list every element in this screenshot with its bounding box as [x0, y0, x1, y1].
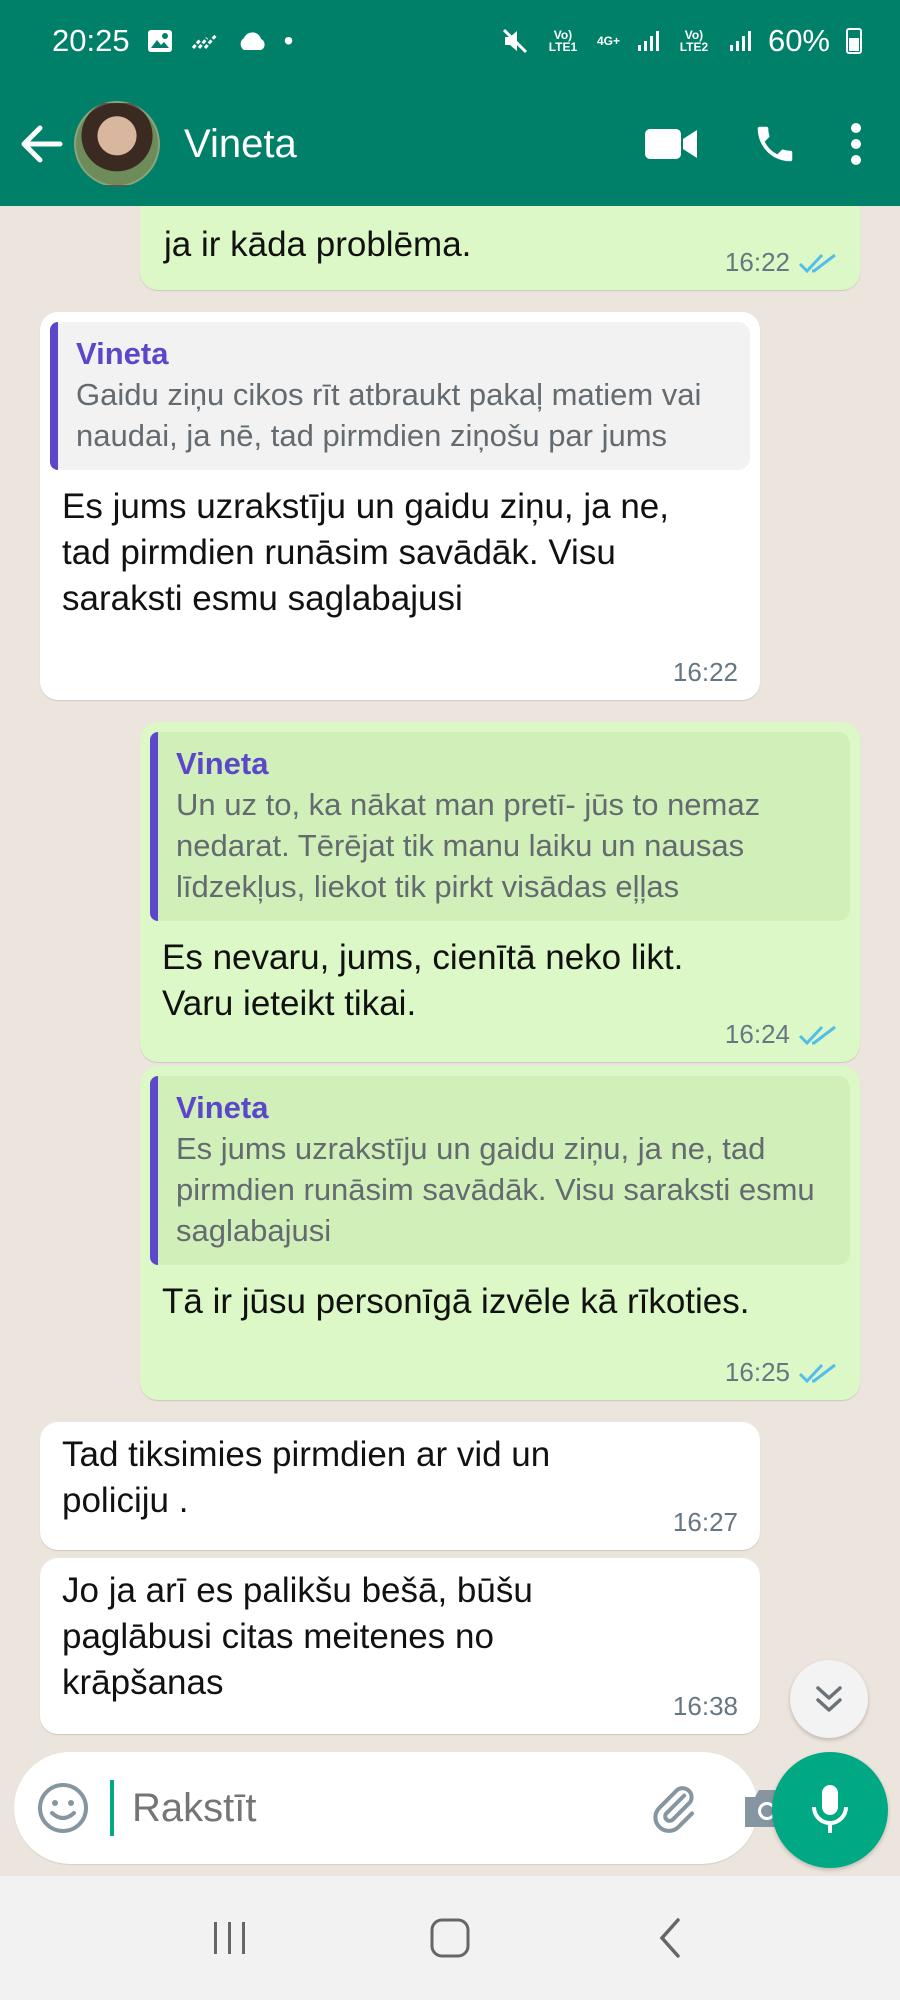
- mute-icon: [502, 28, 527, 54]
- back-button[interactable]: [18, 120, 66, 168]
- quote-author: Vineta: [176, 1090, 269, 1125]
- status-bar: 20:25 • Vo) LTE1 4G+ Vo) LTE2 60%: [0, 0, 900, 82]
- notification-dot-icon: •: [283, 25, 294, 56]
- quoted-message[interactable]: Vineta Un uz to, ka nākat man pretī- jūs…: [150, 732, 850, 921]
- chat-messages[interactable]: ja ir kāda problēma. 16:22 Vineta Gaidu …: [0, 206, 900, 1751]
- gallery-icon: [147, 30, 172, 52]
- message-bubble-incoming[interactable]: Vineta Gaidu ziņu cikos rīt atbraukt pak…: [40, 312, 760, 700]
- attach-button[interactable]: [647, 1775, 701, 1841]
- voice-message-button[interactable]: [772, 1752, 888, 1868]
- message-bubble-outgoing[interactable]: ja ir kāda problēma. 16:22: [140, 206, 860, 290]
- attach-icon: [653, 1786, 695, 1833]
- chevron-left-icon: [659, 1918, 680, 1958]
- quote-author: Vineta: [176, 746, 269, 781]
- wifi-calling-icon: [191, 34, 217, 49]
- signal-icon: [637, 31, 659, 51]
- message-time: 16:22: [672, 657, 738, 687]
- double-chevron-down-icon: [816, 1686, 842, 1712]
- message-meta: 16:24: [725, 1019, 838, 1050]
- quote-text: Gaidu ziņu cikos rīt atbraukt pakaļ mati…: [76, 377, 702, 453]
- video-call-icon: [645, 129, 697, 159]
- voice-call-button[interactable]: [740, 109, 810, 179]
- contact-name[interactable]: Vineta: [184, 122, 602, 167]
- read-ticks-icon: [798, 1363, 836, 1383]
- message-meta: 16:25: [725, 1357, 838, 1388]
- quote-text: Es jums uzrakstīju un gaidu ziņu, ja ne,…: [176, 1131, 815, 1248]
- battery-percent: 60%: [767, 23, 830, 58]
- more-options-button[interactable]: [836, 109, 876, 179]
- status-time: 20:25: [52, 23, 130, 58]
- mic-icon: [812, 1785, 848, 1833]
- status-right: Vo) LTE1 4G+ Vo) LTE2 60%: [501, 23, 862, 59]
- message-time: 16:22: [724, 247, 790, 277]
- quote-text: Un uz to, ka nākat man pretī- jūs to nem…: [176, 787, 761, 904]
- system-nav-bar: [0, 1876, 900, 2000]
- battery-icon: [846, 28, 862, 54]
- message-meta: 16:22: [725, 247, 838, 278]
- message-text: Jo ja arī es palikšu bešā, būšu paglābus…: [62, 1571, 533, 1702]
- back-arrow-icon: [21, 125, 63, 163]
- back-nav-button[interactable]: [630, 1898, 710, 1978]
- message-bubble-incoming[interactable]: Jo ja arī es palikšu bešā, būšu paglābus…: [40, 1558, 760, 1734]
- more-vert-icon: [851, 123, 861, 165]
- status-left: 20:25 •: [52, 23, 293, 59]
- message-meta: 16:27: [673, 1507, 738, 1538]
- cloud-icon: [240, 32, 265, 50]
- message-text: Es jums uzrakstīju un gaidu ziņu, ja ne,…: [62, 487, 669, 618]
- message-time: 16:38: [672, 1691, 738, 1721]
- message-text: Es nevaru, jums, cienītā neko likt. Varu…: [162, 938, 684, 1023]
- avatar[interactable]: [74, 101, 160, 187]
- scroll-to-bottom-button[interactable]: [790, 1660, 868, 1738]
- phone-icon: [757, 126, 793, 162]
- quoted-message[interactable]: Vineta Es jums uzrakstīju un gaidu ziņu,…: [150, 1076, 850, 1265]
- message-text: Tā ir jūsu personīgā izvēle kā rīkoties.: [162, 1282, 750, 1321]
- message-text: Tad tiksimies pirmdien ar vid un policij…: [62, 1435, 551, 1520]
- home-icon: [430, 1918, 470, 1958]
- message-text: ja ir kāda problēma.: [164, 225, 472, 264]
- recent-apps-icon: [214, 1922, 245, 1954]
- emoji-icon: [38, 1783, 88, 1833]
- signal-icon-2: [729, 31, 751, 51]
- message-bubble-outgoing[interactable]: Vineta Un uz to, ka nākat man pretī- jūs…: [140, 722, 860, 1062]
- message-meta: 16:22: [673, 657, 738, 688]
- message-input[interactable]: [110, 1780, 647, 1836]
- message-time: 16:25: [724, 1357, 790, 1387]
- read-ticks-icon: [798, 1025, 836, 1045]
- message-bubble-incoming[interactable]: Tad tiksimies pirmdien ar vid un policij…: [40, 1422, 760, 1550]
- message-time: 16:27: [672, 1507, 738, 1537]
- message-composer: [14, 1752, 789, 1864]
- message-bubble-outgoing[interactable]: Vineta Es jums uzrakstīju un gaidu ziņu,…: [140, 1066, 860, 1400]
- quote-author: Vineta: [76, 336, 169, 371]
- lte2-label: Vo) LTE2: [679, 28, 709, 54]
- quoted-message[interactable]: Vineta Gaidu ziņu cikos rīt atbraukt pak…: [50, 322, 750, 470]
- video-call-button[interactable]: [636, 109, 706, 179]
- emoji-button[interactable]: [36, 1775, 90, 1841]
- chat-header: Vineta: [0, 82, 900, 206]
- lte1-label: Vo) LTE1: [548, 28, 578, 54]
- home-button[interactable]: [410, 1898, 490, 1978]
- recent-apps-button[interactable]: [190, 1898, 270, 1978]
- network-type: 4G+: [596, 34, 620, 48]
- message-time: 16:24: [724, 1019, 790, 1049]
- read-ticks-icon: [798, 253, 836, 273]
- message-meta: 16:38: [673, 1691, 738, 1722]
